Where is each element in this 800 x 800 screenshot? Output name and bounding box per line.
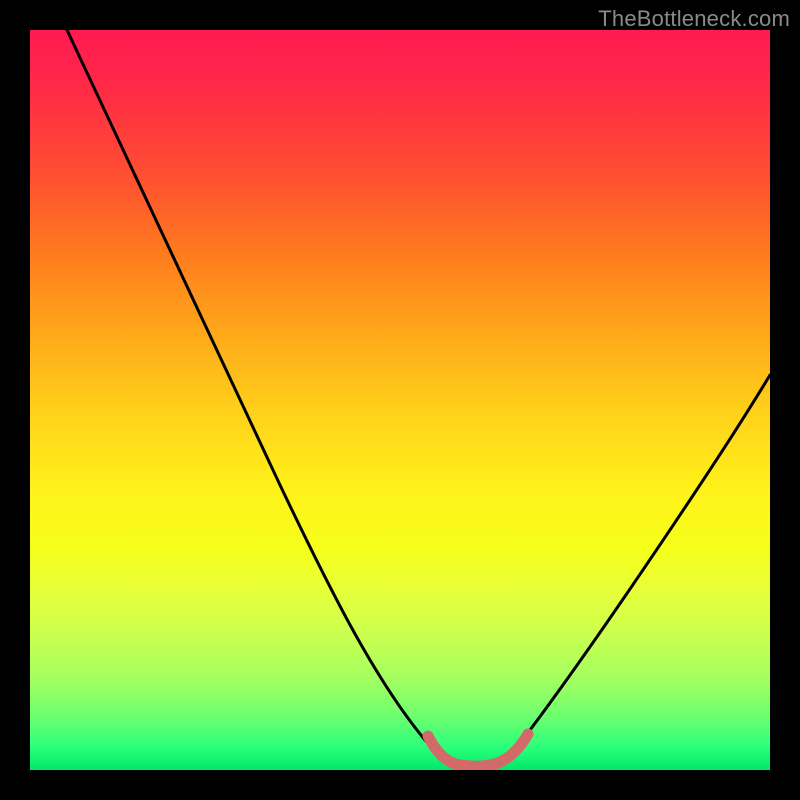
plot-area [30, 30, 770, 770]
watermark-text: TheBottleneck.com [598, 6, 790, 32]
valley-marker [30, 30, 770, 770]
chart-frame: TheBottleneck.com [0, 0, 800, 800]
